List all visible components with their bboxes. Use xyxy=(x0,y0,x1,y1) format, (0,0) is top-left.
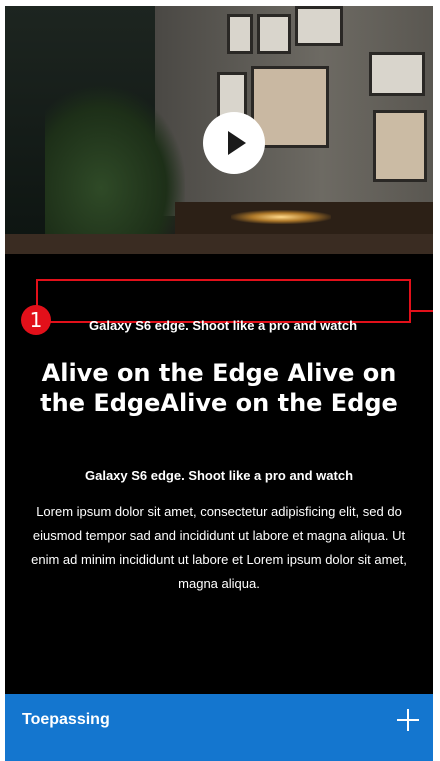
accordion-toepassing[interactable]: Toepassing xyxy=(5,694,433,761)
hero-plant-scene xyxy=(45,86,185,254)
photo-frame xyxy=(295,6,343,46)
headline: Alive on the Edge Alive on the EdgeAlive… xyxy=(40,359,398,417)
hero-video-thumbnail[interactable] xyxy=(5,6,433,254)
annotation-highlight-box xyxy=(36,279,411,323)
photo-frame xyxy=(373,110,427,182)
eyebrow-text: Galaxy S6 edge. Shoot like a pro and wat… xyxy=(88,318,358,333)
accordion-label: Toepassing xyxy=(22,711,110,728)
subheading: Galaxy S6 edge. Shoot like a pro and wat… xyxy=(84,468,354,483)
play-button[interactable] xyxy=(203,112,265,174)
body-text: Lorem ipsum dolor sit amet, consectetur … xyxy=(31,504,407,591)
photo-frame xyxy=(257,14,291,54)
product-card: 1 Galaxy S6 edge. Shoot like a pro and w… xyxy=(5,6,433,761)
annotation-callout-line xyxy=(411,310,433,312)
floor-scene xyxy=(5,234,433,254)
photo-frame xyxy=(227,14,253,54)
candles-glow xyxy=(231,210,331,224)
photo-frame xyxy=(369,52,425,96)
play-icon xyxy=(228,131,246,155)
plus-icon[interactable] xyxy=(397,709,419,731)
